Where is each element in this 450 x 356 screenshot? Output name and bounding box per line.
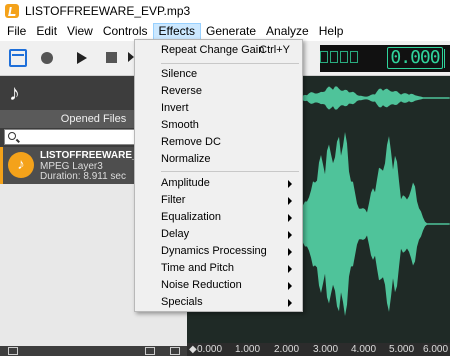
submenu-arrow-icon <box>288 265 292 273</box>
time-value: 0.000 <box>387 47 443 69</box>
title-bar: LISTOFFREEWARE_EVP.mp3 <box>0 0 450 22</box>
menu-item-label: Filter <box>161 194 186 206</box>
menu-item-remove-dc[interactable]: Remove DC <box>135 134 302 151</box>
menu-file[interactable]: File <box>2 23 31 40</box>
menu-item-label: Dynamics Processing <box>161 245 267 257</box>
timeline-tick: 6.000 <box>423 344 449 355</box>
status-grid-icon[interactable] <box>170 347 180 355</box>
menu-item-delay[interactable]: Delay <box>135 226 302 243</box>
music-note-icon: ♪ <box>9 80 20 105</box>
menu-item-label: Delay <box>161 228 190 240</box>
effects-menu: Repeat Change Gain Ctrl+Y Silence Revers… <box>134 39 303 312</box>
timeline-playhead-icon[interactable]: ◆ <box>189 344 197 355</box>
status-left-icon[interactable] <box>8 347 18 355</box>
status-bar <box>0 346 187 356</box>
menu-generate[interactable]: Generate <box>201 23 261 40</box>
window-title: LISTOFFREEWARE_EVP.mp3 <box>25 4 191 18</box>
menu-item-specials[interactable]: Specials <box>135 294 302 311</box>
menu-item-noise-reduction[interactable]: Noise Reduction <box>135 277 302 294</box>
menu-edit[interactable]: Edit <box>31 23 62 40</box>
menu-item-repeat-change-gain[interactable]: Repeat Change Gain Ctrl+Y <box>135 42 302 59</box>
audio-file-icon: ♪ <box>8 152 34 178</box>
menu-item-label: Time and Pitch <box>161 262 234 274</box>
menu-item-label: Repeat Change Gain <box>161 44 265 56</box>
timeline-tick: 5.000 <box>389 344 415 355</box>
status-image-icon[interactable] <box>145 347 155 355</box>
menu-item-shortcut: Ctrl+Y <box>259 44 290 56</box>
time-indicator-icon <box>444 49 450 68</box>
time-display: 0.000 <box>320 45 450 72</box>
menu-separator <box>161 63 299 64</box>
submenu-arrow-icon <box>288 299 292 307</box>
menu-item-label: Amplitude <box>161 177 210 189</box>
timeline-tick: 1.000 <box>235 344 261 355</box>
menu-item-label: Specials <box>161 296 203 308</box>
menu-item-silence[interactable]: Silence <box>135 66 302 83</box>
menu-item-normalize[interactable]: Normalize <box>135 151 302 168</box>
timeline-tick: 3.000 <box>313 344 339 355</box>
menu-item-amplitude[interactable]: Amplitude <box>135 175 302 192</box>
menu-item-invert[interactable]: Invert <box>135 100 302 117</box>
menu-controls[interactable]: Controls <box>98 23 153 40</box>
menu-analyze[interactable]: Analyze <box>261 23 314 40</box>
file-duration: Duration: 8.911 sec <box>40 171 126 182</box>
submenu-arrow-icon <box>288 231 292 239</box>
submenu-arrow-icon <box>288 214 292 222</box>
menu-effects[interactable]: Effects <box>152 23 201 40</box>
menu-view[interactable]: View <box>62 23 98 40</box>
menu-item-smooth[interactable]: Smooth <box>135 117 302 134</box>
menu-item-filter[interactable]: Filter <box>135 192 302 209</box>
menu-help[interactable]: Help <box>314 23 349 40</box>
menu-separator <box>161 171 299 172</box>
menu-item-time-and-pitch[interactable]: Time and Pitch <box>135 260 302 277</box>
menu-item-equalization[interactable]: Equalization <box>135 209 302 226</box>
submenu-arrow-icon <box>288 180 292 188</box>
timeline: ◆ 0.000 1.000 2.000 3.000 4.000 5.000 6.… <box>187 343 450 356</box>
search-icon <box>8 132 16 140</box>
submenu-arrow-icon <box>288 282 292 290</box>
menu-item-label: Equalization <box>161 211 221 223</box>
timeline-tick: 2.000 <box>274 344 300 355</box>
record-icon[interactable] <box>41 52 53 64</box>
time-segment-icon <box>320 51 362 65</box>
menu-item-dynamics-processing[interactable]: Dynamics Processing <box>135 243 302 260</box>
submenu-arrow-icon <box>288 248 292 256</box>
app-icon <box>5 4 19 18</box>
menu-item-label: Noise Reduction <box>161 279 242 291</box>
menu-item-reverse[interactable]: Reverse <box>135 83 302 100</box>
play-icon[interactable] <box>77 52 87 64</box>
view-toggle-icon[interactable] <box>9 49 27 67</box>
timeline-tick: 0.000 <box>197 344 223 355</box>
timeline-tick: 4.000 <box>351 344 377 355</box>
stop-icon[interactable] <box>106 52 117 63</box>
submenu-arrow-icon <box>288 197 292 205</box>
